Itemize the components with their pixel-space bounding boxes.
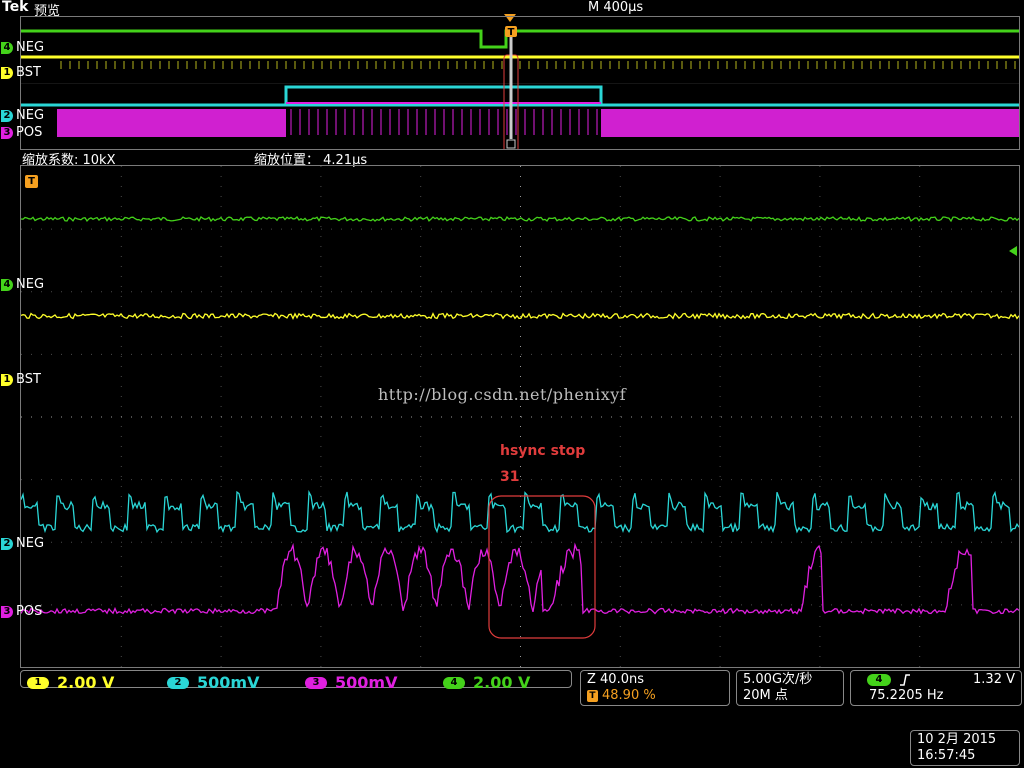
date-readout: 10 2月 2015: [917, 732, 997, 747]
overview-trace-ch3-right: [601, 109, 1019, 137]
trigger-pos-icon: T: [587, 690, 598, 702]
label-ch4[interactable]: 4 NEG: [1, 277, 44, 292]
trigger-level-readout: 1.32 V: [973, 672, 1015, 687]
annotation-title: hsync stop: [500, 443, 586, 459]
overview-window[interactable]: T 4 NEG 1 BST 2 NEG 3 POS: [1, 16, 1020, 154]
trace-ch4: [20, 216, 1020, 223]
trigger-panel[interactable]: 4 1.32 V 75.2205 Hz: [850, 670, 1022, 706]
record-length-readout: 20M 点: [743, 688, 788, 703]
brand-logo: Tek: [2, 0, 29, 15]
label-ch3[interactable]: 3 POS: [1, 604, 42, 619]
trace-ch3: [20, 542, 1020, 615]
datetime-panel: 10 2月 2015 16:57:45: [910, 730, 1020, 766]
channel-2-setting[interactable]: 2 500mV: [167, 673, 259, 692]
watermark-text: http://blog.csdn.net/phenixyf: [378, 385, 627, 404]
trigger-marker-icon[interactable]: T: [25, 175, 38, 188]
horizontal-panel[interactable]: Z 40.0ns T 48.90 %: [580, 670, 730, 706]
acquisition-panel[interactable]: 5.00G次/秒 20M 点: [736, 670, 844, 706]
timebase-readout: M 400µs: [588, 0, 644, 15]
overview-label-ch1[interactable]: 1 BST: [1, 65, 41, 80]
zoom-waveforms: [20, 166, 1020, 667]
overview-label-ch2[interactable]: 2 NEG: [1, 108, 44, 123]
overview-trace-ch3-left: [57, 109, 286, 137]
channel-3-setting[interactable]: 3 500mV: [305, 673, 397, 692]
channel-1-setting[interactable]: 1 2.00 V: [27, 673, 114, 692]
overview-label-ch3[interactable]: 3 POS: [1, 125, 42, 140]
label-ch1[interactable]: 1 BST: [1, 372, 41, 387]
channel-settings-bar: 1 2.00 V 2 500mV 3 500mV 4 2.00 V: [20, 670, 572, 692]
overview-label-ch4[interactable]: 4 NEG: [1, 40, 44, 55]
rising-edge-icon: [900, 674, 910, 686]
annotation-number: 31: [500, 469, 520, 485]
time-readout: 16:57:45: [917, 748, 976, 763]
label-ch2[interactable]: 2 NEG: [1, 536, 44, 551]
zoom-info-bar: 缩放系数: 10kX 缩放位置： 4.21µs: [20, 149, 1020, 168]
trigger-level-icon[interactable]: [1009, 246, 1017, 256]
zoom-scale-readout: Z 40.0ns: [587, 672, 644, 687]
trigger-source-badge: 4: [867, 674, 891, 686]
channel-4-setting[interactable]: 4 2.00 V: [443, 673, 530, 692]
zoom-graticule[interactable]: T 4 NEG 1 BST 2 NEG 3 POS: [1, 165, 1020, 668]
trigger-position-readout: T 48.90 %: [587, 688, 723, 704]
sample-rate-readout: 5.00G次/秒: [743, 672, 813, 687]
overview-trigger-marker: T: [508, 27, 515, 38]
overview-waveforms: T: [21, 26, 1019, 154]
overview-trace-ch4: [21, 29, 1019, 49]
trigger-frequency-readout: 75.2205 Hz: [869, 688, 944, 703]
